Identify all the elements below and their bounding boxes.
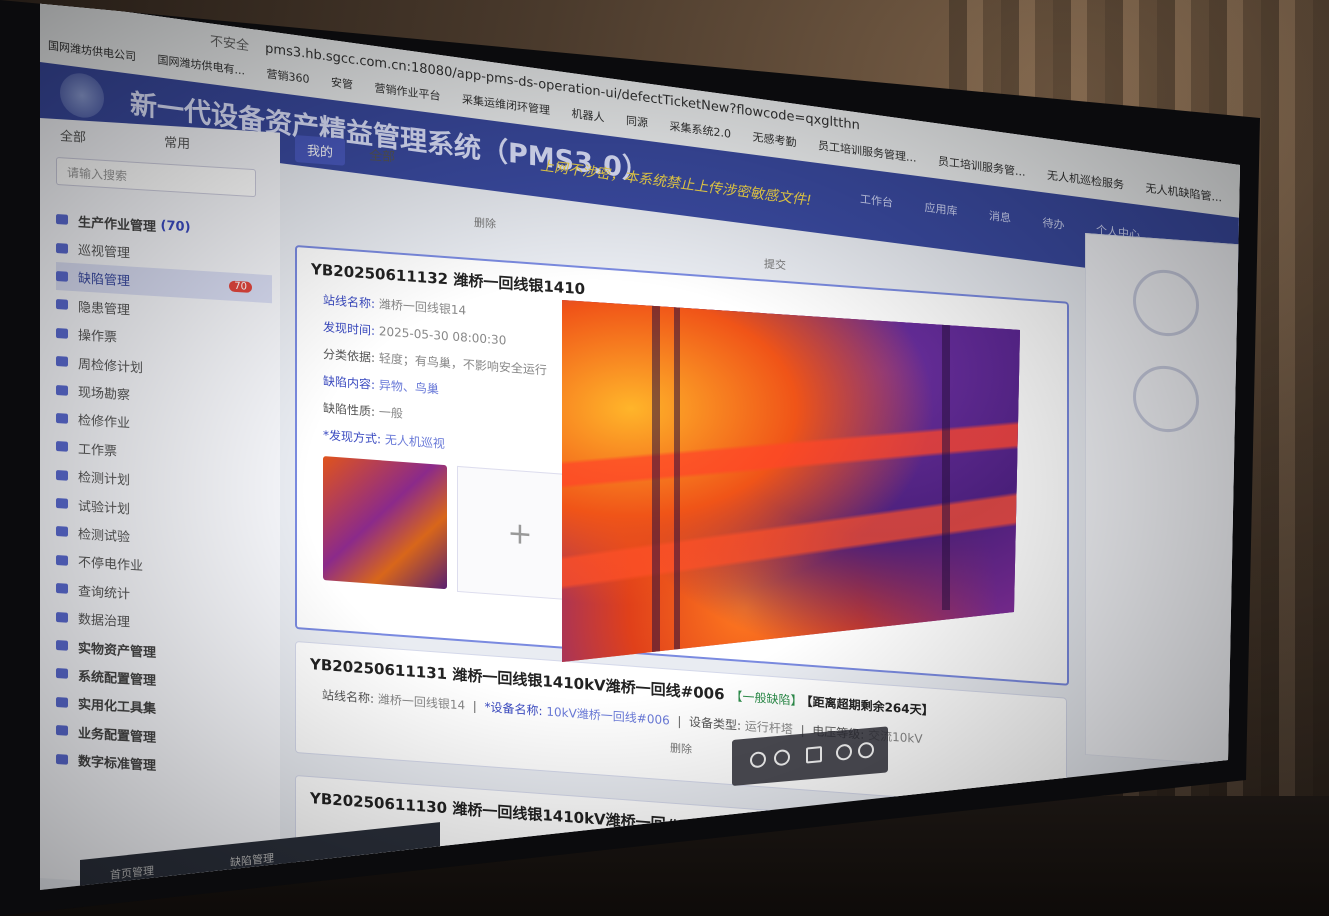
menu-icon (56, 498, 68, 509)
rotate-right-icon[interactable] (858, 741, 874, 759)
folder-icon (56, 753, 68, 765)
tab-favorites[interactable]: 常用 (164, 132, 264, 157)
tower-beam (942, 320, 950, 610)
right-statistics-panel (1085, 233, 1240, 767)
menu-icon (56, 469, 68, 481)
page-tab[interactable]: 缺陷管理 (230, 850, 274, 871)
zoom-out-icon[interactable] (750, 751, 766, 769)
menu-icon (56, 583, 68, 594)
tab-all[interactable]: 全部 (60, 125, 160, 150)
bookmark[interactable]: 同源 (626, 114, 648, 130)
bookmark[interactable]: 员工培训服务管... (938, 155, 1026, 179)
menu-search-input[interactable]: 请输入搜索 (56, 156, 256, 198)
menu-icon (56, 384, 68, 396)
defect-level-tag: 【一般缺陷】 (730, 688, 803, 709)
menu-icon (56, 412, 68, 424)
bookmark[interactable]: 无感考勤 (753, 131, 797, 150)
thermal-photo-thumbnail[interactable] (323, 456, 447, 590)
bookmark[interactable]: 安管 (331, 76, 353, 92)
menu-icon (56, 327, 68, 339)
folder-icon (56, 725, 68, 736)
menu-icon (56, 242, 68, 254)
folder-icon (56, 214, 68, 225)
folder-icon (56, 696, 68, 708)
bookmark[interactable]: 机器人 (572, 107, 605, 124)
sgcc-logo (60, 70, 104, 121)
tab-all-defects[interactable]: 全部 (357, 140, 407, 171)
donut-chart-icon (1133, 267, 1199, 339)
sidebar: 全部 常用 请输入搜索 生产作业管理 (70) 巡视管理 缺陷管理 70 隐患管理… (40, 118, 280, 890)
tab-mine[interactable]: 我的 (295, 135, 346, 166)
donut-chart-icon (1133, 363, 1199, 435)
page-tab[interactable]: 首页管理 (110, 862, 154, 883)
menu-icon (56, 441, 68, 453)
menu-icon (56, 356, 68, 367)
warning-icon (56, 299, 68, 311)
menu-icon (56, 611, 68, 623)
thermal-image-preview[interactable] (562, 300, 1020, 662)
folder-icon (56, 640, 68, 651)
bookmark[interactable]: 国网潍坊供电公司 (48, 39, 136, 63)
bookmark[interactable]: 营销作业平台 (375, 81, 441, 103)
fullscreen-icon[interactable] (806, 746, 822, 764)
menu-icon (56, 270, 68, 282)
menu-icon (56, 526, 68, 538)
menu-icon (56, 554, 68, 566)
bookmark[interactable]: 无人机巡检服务 (1047, 169, 1124, 192)
rotate-left-icon[interactable] (836, 743, 852, 761)
sidebar-menu: 生产作业管理 (70) 巡视管理 缺陷管理 70 隐患管理 操作票 周检修计划 现… (56, 205, 272, 786)
bookmark[interactable]: 采集系统2.0 (670, 120, 732, 141)
sidebar-tabs: 全部 常用 (60, 125, 264, 156)
bookmark[interactable]: 员工培训服务管理... (818, 139, 917, 165)
folder-icon (56, 668, 68, 680)
count-badge: 70 (229, 281, 252, 294)
bookmark[interactable]: 国网潍坊供电有... (158, 53, 246, 77)
tower-beam (674, 300, 680, 662)
bookmark[interactable]: 采集运维闭环管理 (462, 93, 550, 117)
bookmark[interactable]: 营销360 (267, 67, 310, 86)
overdue-remaining: 【距离超期剩余264天】 (806, 694, 934, 718)
security-label: 不安全 (210, 34, 250, 55)
zoom-in-icon[interactable] (774, 748, 790, 767)
delete-button[interactable]: 删除 (295, 195, 675, 251)
tower-beam (652, 300, 660, 662)
